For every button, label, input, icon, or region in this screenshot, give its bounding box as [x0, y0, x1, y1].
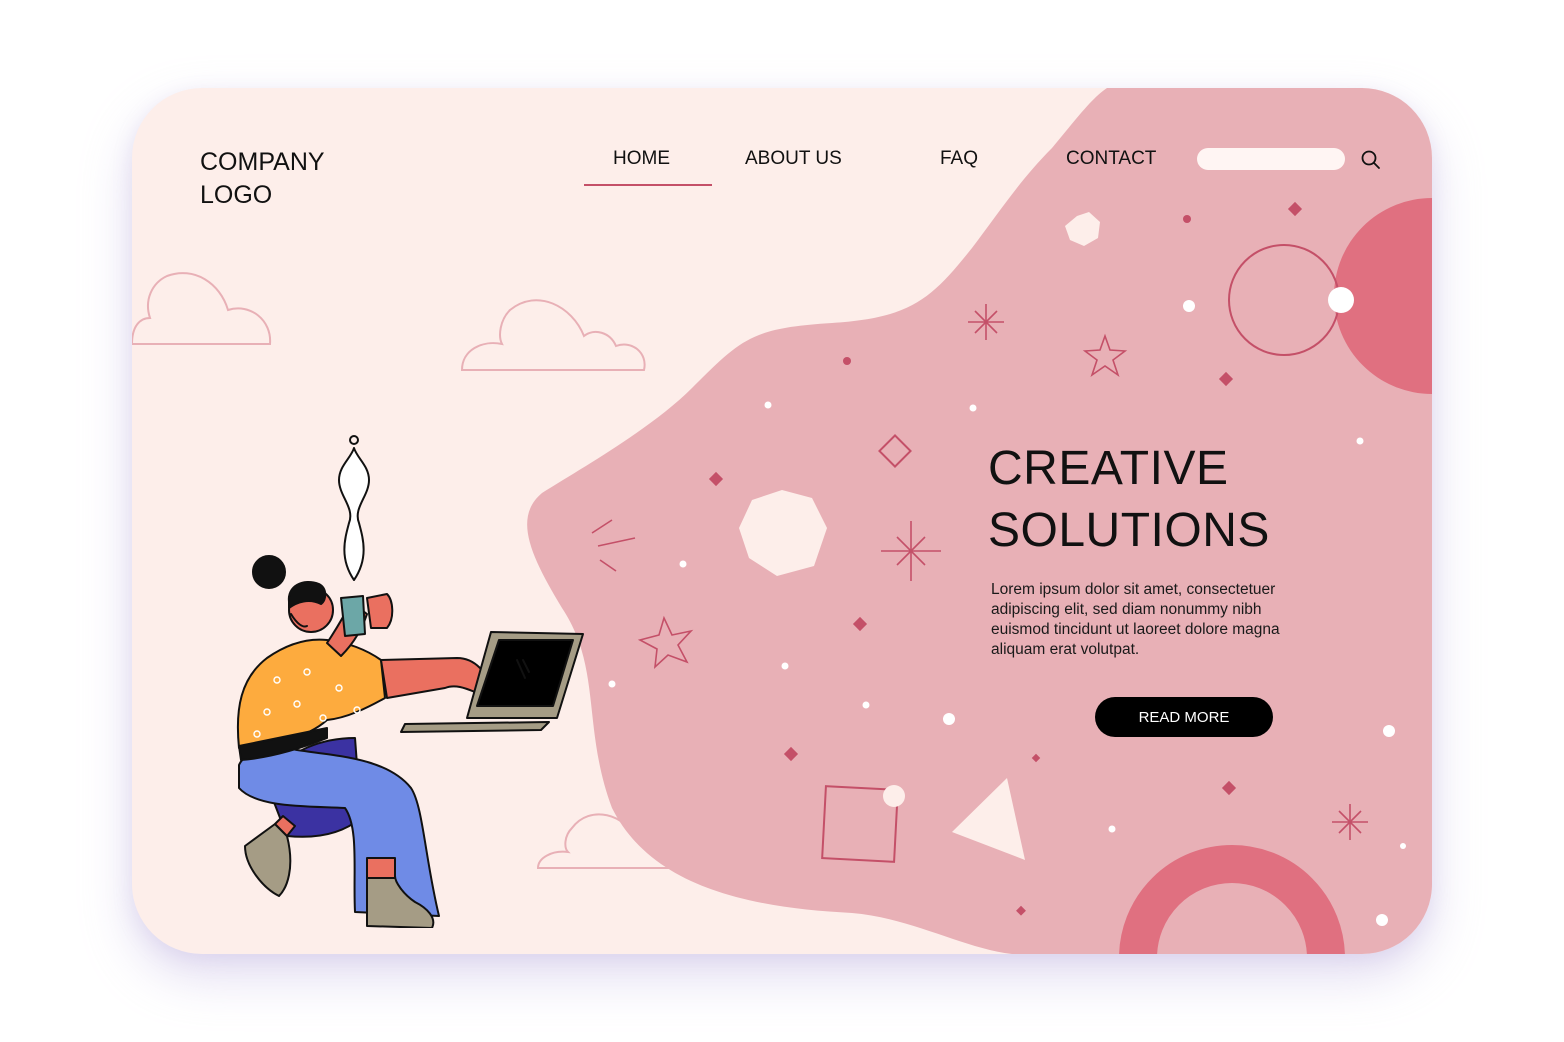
nav-item-home[interactable]: HOME: [613, 148, 670, 170]
nav-active-indicator: [584, 184, 712, 186]
landing-page-card: COMPANY LOGO HOME ABOUT US FAQ CONTACT C…: [132, 88, 1432, 954]
read-more-button[interactable]: READ MORE: [1095, 697, 1273, 737]
company-logo[interactable]: COMPANY LOGO: [200, 146, 325, 212]
search-icon[interactable]: [1359, 148, 1383, 172]
hero-description: Lorem ipsum dolor sit amet, consectetuer…: [991, 581, 1280, 658]
nav-item-contact[interactable]: CONTACT: [1066, 148, 1156, 170]
hero-title: CREATIVE SOLUTIONS: [988, 442, 1270, 557]
cloud-2: [460, 299, 646, 371]
nav-item-about-us[interactable]: ABOUT US: [745, 148, 842, 170]
cloud-1: [132, 272, 272, 345]
nav-item-faq[interactable]: FAQ: [940, 148, 978, 170]
search-input[interactable]: [1197, 148, 1345, 170]
woman-with-laptop-illustration: [236, 435, 584, 928]
